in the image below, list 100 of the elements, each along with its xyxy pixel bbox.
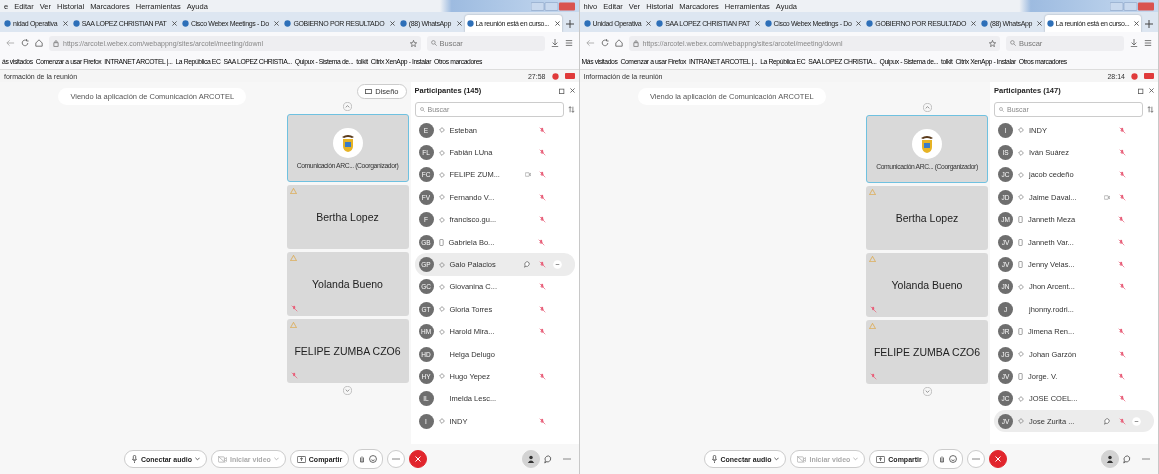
star-icon[interactable] [989, 39, 996, 47]
participant-name: Yolanda Bueno [891, 279, 963, 291]
muted-microphone-icon [1118, 350, 1126, 358]
microphone-icon [710, 455, 718, 463]
more-icon[interactable] [1132, 416, 1141, 426]
page-icon [764, 20, 772, 27]
muted-microphone-icon [1118, 283, 1126, 291]
lock-icon [632, 39, 639, 47]
emoji-icon[interactable] [948, 455, 957, 463]
page-icon [656, 20, 664, 27]
person-icon [526, 455, 535, 463]
muted-microphone-icon [539, 193, 546, 201]
sort-icon[interactable] [1147, 105, 1154, 113]
lock-icon [53, 39, 59, 47]
person-icon [1106, 455, 1114, 463]
close-icon[interactable] [856, 21, 862, 26]
close-icon[interactable] [1036, 21, 1042, 26]
search-icon [419, 106, 425, 112]
close-icon[interactable] [569, 88, 575, 93]
reactions-group[interactable] [932, 449, 963, 469]
close-icon[interactable] [1149, 88, 1154, 93]
scroll-down-icon[interactable] [343, 386, 352, 395]
pop-out-icon[interactable] [558, 87, 565, 94]
window-controls-icon[interactable] [1110, 1, 1154, 11]
sort-icon[interactable] [567, 105, 575, 113]
window-controls-icon[interactable] [530, 1, 575, 11]
muted-microphone-icon [1118, 417, 1126, 425]
camera-icon [797, 455, 807, 463]
participant-name: Bertha Lopez [316, 211, 379, 223]
chat-icon[interactable] [524, 261, 531, 269]
muted-microphone-icon [1118, 171, 1126, 179]
reactions-group[interactable] [353, 449, 384, 469]
page-icon [399, 20, 407, 27]
more-icon[interactable] [552, 260, 562, 270]
muted-microphone-icon [1118, 395, 1126, 403]
muted-microphone-icon [1118, 149, 1126, 157]
caret-icon [853, 457, 859, 461]
page-icon [181, 20, 189, 27]
page-icon [4, 20, 11, 27]
home-icon[interactable] [35, 39, 43, 47]
close-icon[interactable] [171, 21, 177, 26]
recording-indicator-icon [1144, 73, 1154, 79]
close-icon[interactable] [754, 21, 760, 26]
participants-button[interactable] [1101, 450, 1119, 468]
scroll-down-icon[interactable] [922, 387, 932, 396]
warning-icon [869, 256, 876, 262]
scroll-up-icon[interactable] [343, 102, 352, 111]
close-icon[interactable] [554, 21, 560, 26]
page-icon [1046, 20, 1054, 27]
close-icon[interactable] [456, 21, 462, 26]
star-icon[interactable] [409, 39, 417, 47]
record-icon [1131, 72, 1138, 80]
coat-of-arms-icon [332, 127, 363, 158]
layout-icon [365, 89, 373, 94]
chat-icon[interactable] [1103, 417, 1111, 425]
menu-icon[interactable] [564, 39, 573, 47]
close-icon[interactable] [389, 21, 395, 26]
reload-icon[interactable] [600, 39, 609, 47]
close-icon[interactable] [274, 21, 280, 26]
leave-button[interactable] [988, 450, 1007, 468]
muted-microphone-icon [539, 328, 546, 336]
close-icon[interactable] [1134, 21, 1140, 26]
muted-microphone-icon [1117, 261, 1125, 269]
close-icon[interactable] [646, 21, 652, 26]
microphone-icon [131, 455, 138, 463]
close-icon [415, 456, 422, 462]
close-icon[interactable] [62, 21, 68, 26]
muted-microphone-icon [1117, 216, 1125, 224]
emoji-icon[interactable] [369, 455, 378, 463]
phone-icon [438, 238, 444, 246]
reload-icon[interactable] [21, 39, 29, 47]
pop-out-icon[interactable] [1138, 87, 1144, 94]
phone-icon [1018, 261, 1023, 269]
caret-icon [273, 457, 279, 461]
back-arrow-icon[interactable] [6, 39, 15, 47]
chat-icon[interactable] [543, 454, 553, 464]
close-icon[interactable] [970, 21, 976, 26]
home-icon[interactable] [614, 39, 623, 47]
share-screen-icon [296, 455, 306, 463]
muted-microphone-icon [538, 238, 545, 246]
page-icon [72, 20, 80, 27]
warning-icon [289, 322, 297, 328]
download-icon[interactable] [550, 39, 559, 47]
scroll-up-icon[interactable] [922, 103, 932, 112]
caret-icon [774, 457, 780, 461]
new-tab-icon[interactable] [565, 20, 574, 28]
muted-microphone-icon [539, 126, 546, 134]
menu-icon[interactable] [1144, 39, 1152, 47]
caret-icon [194, 457, 200, 461]
search-icon [1010, 40, 1016, 46]
new-tab-icon[interactable] [1145, 20, 1154, 28]
download-icon[interactable] [1130, 39, 1138, 47]
muted-microphone-icon [539, 373, 546, 380]
phone-icon [1018, 373, 1023, 380]
leave-button[interactable] [409, 450, 428, 468]
page-icon [980, 20, 988, 27]
chat-icon[interactable] [1123, 454, 1132, 464]
muted-microphone-icon [539, 149, 546, 157]
participants-button[interactable] [521, 450, 540, 468]
muted-microphone-icon [539, 261, 546, 269]
